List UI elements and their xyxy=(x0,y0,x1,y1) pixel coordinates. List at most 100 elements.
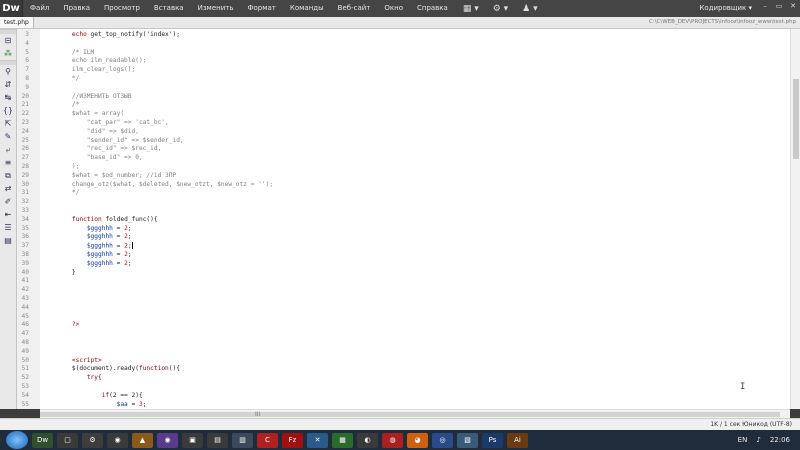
code-line[interactable]: "rec_id" => $rec_id, xyxy=(57,145,162,152)
outdent-icon[interactable]: ⇤ xyxy=(0,208,16,221)
select-parent-icon[interactable]: ⇱ xyxy=(0,117,16,130)
line-number: 47 xyxy=(21,330,29,338)
language-indicator[interactable]: EN xyxy=(738,436,748,444)
collapse-icon[interactable]: ⊟ xyxy=(0,34,16,47)
code-line[interactable]: ); xyxy=(57,163,79,170)
expand-icon[interactable]: ⇵ xyxy=(0,78,16,91)
code-line[interactable]: function folded_func(){ xyxy=(57,216,158,223)
wrap-icon[interactable]: ⤶ xyxy=(0,143,16,156)
tree-icon[interactable]: ⁂ xyxy=(0,47,16,60)
tab-test-php[interactable]: test.php xyxy=(0,17,34,28)
layout-icon[interactable]: ▦ ▾ xyxy=(463,4,479,14)
taskbar-app-12[interactable]: ▦ xyxy=(332,432,353,448)
menu-item-7[interactable]: Веб-сайт xyxy=(331,0,378,17)
code-line[interactable]: ?> xyxy=(57,321,79,328)
taskbar-app-7[interactable]: ▤ xyxy=(207,432,228,448)
code-line[interactable]: ilm_clear_logs(); xyxy=(57,66,135,73)
code-line[interactable]: */ xyxy=(57,75,79,82)
menu-item-9[interactable]: Справка xyxy=(410,0,455,17)
taskbar-app-14[interactable]: ◍ xyxy=(382,432,403,448)
code-line[interactable]: /* ILM xyxy=(57,49,94,56)
taskbar-app-13[interactable]: ◐ xyxy=(357,432,378,448)
menu-item-1[interactable]: Правка xyxy=(56,0,97,17)
line-number: 53 xyxy=(21,383,29,390)
taskbar-app-16[interactable]: ◎ xyxy=(432,432,453,448)
maximize-icon[interactable]: ▭ xyxy=(772,0,786,13)
code-line[interactable]: $ggghhh = 2; xyxy=(57,260,132,267)
code-line[interactable]: "base_id" => 0, xyxy=(57,154,143,161)
line-number: 38 xyxy=(21,251,29,258)
taskbar-app-18[interactable]: Ps xyxy=(482,432,503,448)
line-number: 27 xyxy=(21,154,29,162)
taskbar-app-5[interactable]: ◉ xyxy=(157,432,178,448)
code-line[interactable]: <script> xyxy=(57,357,102,364)
code-line[interactable]: $what = $od_number; //id ЗПР xyxy=(57,172,176,179)
horizontal-scroll-thumb[interactable] xyxy=(40,412,780,417)
menu-item-8[interactable]: Окно xyxy=(377,0,410,17)
taskbar-app-15[interactable]: ◕ xyxy=(407,432,428,448)
code-line[interactable]: /* xyxy=(57,101,79,108)
snippet-icon[interactable]: ⧉ xyxy=(0,169,16,182)
menu-item-5[interactable]: Формат xyxy=(240,0,282,17)
format-icon[interactable]: ≡ xyxy=(0,156,16,169)
menu-item-3[interactable]: Вставка xyxy=(147,0,191,17)
code-line[interactable]: $ggghhh = 2; xyxy=(57,242,133,250)
taskbar: Dw ▢ ⚙ ◉ ▲ ◉ ▣ ▤ ▥ C Fz ✕ ▦ ◐ ◍ ◕ ◎ ▧ Ps Ai EN ♪ 22:06 xyxy=(0,430,800,450)
taskbar-app-6[interactable]: ▣ xyxy=(182,432,203,448)
taskbar-app-17[interactable]: ▧ xyxy=(457,432,478,448)
line-number: 45 xyxy=(21,312,29,320)
settings-icon[interactable]: ⚙ ▾ xyxy=(493,4,508,14)
line-number: 36 xyxy=(21,233,29,241)
code-line[interactable]: $(document).ready(function(){ xyxy=(57,365,180,372)
highlight-icon[interactable]: ✐ xyxy=(0,195,16,208)
taskbar-app-3[interactable]: ◉ xyxy=(107,432,128,448)
taskbar-app-19[interactable]: Ai xyxy=(507,432,528,448)
taskbar-app-9[interactable]: C xyxy=(257,432,278,448)
user-icon[interactable]: ♟ ▾ xyxy=(522,4,537,14)
volume-icon[interactable]: ♪ xyxy=(756,436,760,444)
menu-item-2[interactable]: Просмотр xyxy=(97,0,147,17)
code-line[interactable]: $aa = 3; xyxy=(57,401,147,408)
comment-icon[interactable]: ✎ xyxy=(0,130,16,143)
code-line[interactable]: $ggghhh = 2; xyxy=(57,233,132,240)
indent-icon[interactable]: ↹ xyxy=(0,91,16,104)
braces-icon[interactable]: {} xyxy=(0,104,16,117)
clock[interactable]: 22:06 xyxy=(770,436,790,444)
taskbar-app-8[interactable]: ▥ xyxy=(232,432,253,448)
code-line[interactable]: $ggghhh = 2; xyxy=(57,225,132,232)
taskbar-app-2[interactable]: ⚙ xyxy=(82,432,103,448)
code-line[interactable]: try{ xyxy=(57,374,102,381)
code-line[interactable]: echo get_top_notify('index'); xyxy=(57,31,180,38)
code-line[interactable]: echo ilm_readable(); xyxy=(57,57,147,64)
code-line[interactable]: $what = array( xyxy=(57,110,124,117)
taskbar-app-10[interactable]: Fz xyxy=(282,432,303,448)
list-icon[interactable]: ▤ xyxy=(0,234,16,247)
workspace-switcher[interactable]: Кодировщик ▾ xyxy=(699,0,752,17)
move-icon[interactable]: ⇄ xyxy=(0,182,16,195)
code-line[interactable]: change_otz($what, $deleted, $new_otzt, $… xyxy=(57,181,273,188)
code-line[interactable]: //ИЗМЕНИТЬ ОТЗЫВ xyxy=(57,93,132,100)
start-button[interactable] xyxy=(6,431,28,449)
code-line[interactable]: if(2 == 2){ xyxy=(57,392,143,399)
taskbar-app-4[interactable]: ▲ xyxy=(132,432,153,448)
app-logo[interactable]: Dw xyxy=(0,0,23,17)
code-line[interactable]: "cat_par" => 'cat_bc', xyxy=(57,119,169,126)
lines-icon[interactable]: ☰ xyxy=(0,221,16,234)
vertical-scroll-thumb[interactable] xyxy=(793,79,799,159)
code-editor[interactable]: echo get_top_notify('index'); /* ILM ech… xyxy=(40,29,790,409)
vertical-scrollbar[interactable] xyxy=(790,29,800,409)
code-line[interactable]: "did" => $did, xyxy=(57,128,139,135)
taskbar-app-1[interactable]: ▢ xyxy=(57,432,78,448)
search-icon[interactable]: ⚲ xyxy=(0,65,16,78)
close-icon[interactable]: ✕ xyxy=(786,0,800,13)
minimize-icon[interactable]: – xyxy=(758,0,772,13)
code-line[interactable]: "sender_id" => $sender_id, xyxy=(57,137,184,144)
menu-item-0[interactable]: Файл xyxy=(23,0,56,17)
code-line[interactable]: } xyxy=(57,269,76,276)
code-line[interactable]: $ggghhh = 2; xyxy=(57,251,132,258)
taskbar-app-0[interactable]: Dw xyxy=(32,432,53,448)
code-line[interactable]: */ xyxy=(57,189,79,196)
menu-item-4[interactable]: Изменить xyxy=(191,0,241,17)
menu-item-6[interactable]: Команды xyxy=(283,0,331,17)
taskbar-app-11[interactable]: ✕ xyxy=(307,432,328,448)
